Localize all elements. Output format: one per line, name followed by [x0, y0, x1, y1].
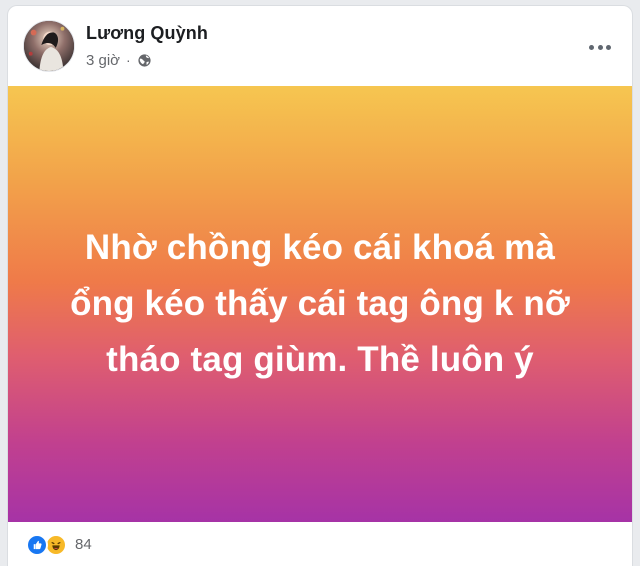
post-background: Nhờ chồng kéo cái khoá mà ổng kéo thấy c… — [8, 86, 632, 522]
post-card: Lương Quỳnh 3 giờ · Nhờ chồng kéo cái kh… — [7, 5, 633, 566]
author-name[interactable]: Lương Quỳnh — [86, 23, 208, 44]
meta-separator: · — [126, 52, 131, 68]
reaction-summary[interactable]: 84 — [8, 522, 632, 566]
haha-icon — [45, 533, 67, 556]
globe-icon[interactable] — [137, 53, 152, 68]
post-meta: 3 giờ · — [86, 50, 152, 70]
more-horizontal-icon — [589, 45, 611, 51]
post-header: Lương Quỳnh 3 giờ · — [8, 6, 632, 86]
reaction-count[interactable]: 84 — [75, 535, 92, 555]
author-avatar[interactable] — [23, 20, 75, 72]
post-text: Nhờ chồng kéo cái khoá mà ổng kéo thấy c… — [70, 228, 570, 379]
reaction-icons — [26, 533, 67, 556]
post-options-button[interactable] — [582, 30, 618, 66]
like-icon — [26, 533, 48, 556]
post-timestamp[interactable]: 3 giờ — [86, 52, 120, 69]
